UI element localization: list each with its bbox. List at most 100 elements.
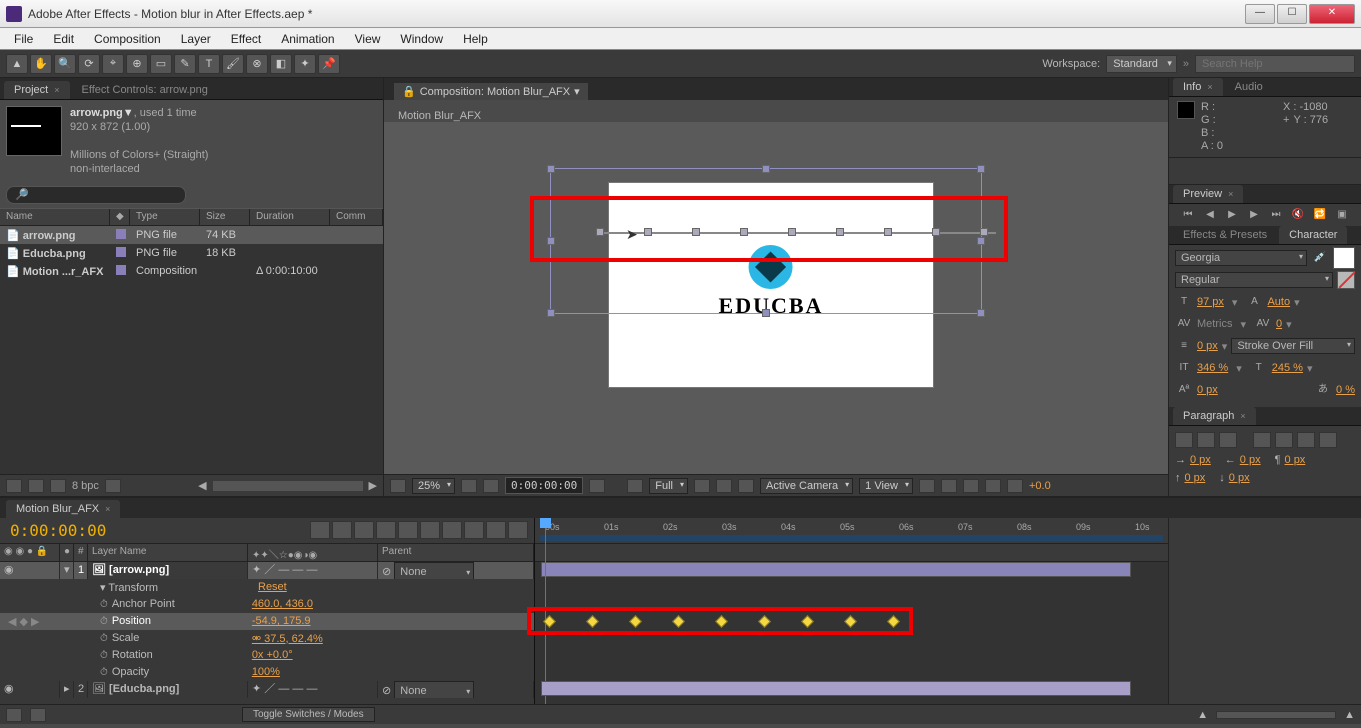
maximize-button[interactable]: ☐ — [1277, 4, 1307, 24]
selection-tool-icon[interactable]: ▲ — [6, 54, 28, 74]
close-button[interactable]: ✕ — [1309, 4, 1355, 24]
menu-composition[interactable]: Composition — [84, 29, 171, 49]
tl-btn-1[interactable] — [310, 521, 330, 539]
tab-audio[interactable]: Audio — [1225, 78, 1273, 96]
bpc-indicator[interactable]: 8 bpc — [72, 480, 99, 492]
menu-help[interactable]: Help — [453, 29, 498, 49]
exposure-value[interactable]: +0.0 — [1029, 480, 1051, 492]
prev-frame-icon[interactable]: ◀ — [1202, 208, 1218, 222]
new-folder-icon[interactable] — [28, 479, 44, 493]
playhead[interactable] — [545, 518, 546, 705]
camera-dropdown[interactable]: Active Camera — [760, 478, 853, 494]
channel-icon[interactable] — [627, 479, 643, 493]
search-help-input[interactable] — [1195, 55, 1355, 73]
resolution-icon[interactable] — [461, 479, 477, 493]
flowchart-icon[interactable] — [985, 479, 1001, 493]
tl-btn-10[interactable] — [508, 521, 528, 539]
tl-btn-8[interactable] — [464, 521, 484, 539]
tl-btn-5[interactable] — [398, 521, 418, 539]
quality-dropdown[interactable]: Full — [649, 478, 688, 494]
menu-layer[interactable]: Layer — [171, 29, 221, 49]
project-row[interactable]: 📄 Educba.pngPNG file18 KB — [0, 244, 383, 262]
grid-icon[interactable] — [483, 479, 499, 493]
toggle-switches-button[interactable]: Toggle Switches / Modes — [242, 707, 375, 722]
justify-left-icon[interactable] — [1253, 432, 1271, 448]
timeline-timecode[interactable]: 0:00:00:00 — [0, 521, 116, 540]
tab-character[interactable]: Character — [1279, 226, 1347, 244]
col-label-icon[interactable]: ◆ — [110, 209, 130, 225]
interpret-footage-icon[interactable] — [6, 479, 22, 493]
tl-footer-icon1[interactable] — [6, 708, 22, 722]
align-right-icon[interactable] — [1219, 432, 1237, 448]
fast-preview-icon[interactable] — [941, 479, 957, 493]
opacity-row[interactable]: ⏱Opacity 100% — [0, 664, 534, 681]
menu-window[interactable]: Window — [390, 29, 453, 49]
snapshot-icon[interactable] — [589, 479, 605, 493]
eyedropper-icon[interactable]: 💉 — [1311, 250, 1329, 266]
stroke-color[interactable] — [1337, 271, 1355, 289]
new-comp-icon[interactable] — [50, 479, 66, 493]
project-row[interactable]: 📄 arrow.pngPNG file74 KB — [0, 226, 383, 244]
justify-center-icon[interactable] — [1275, 432, 1293, 448]
position-row[interactable]: ◀ ◆ ▶ ⏱Position -54.9, 175.9 — [0, 613, 534, 630]
col-comment[interactable]: Comm — [330, 209, 383, 225]
zoom-slider[interactable] — [1216, 711, 1336, 719]
comp-inner-tab[interactable]: Motion Blur_AFX — [398, 110, 481, 122]
tab-project[interactable]: Project× — [4, 81, 70, 99]
3d-icon[interactable] — [716, 479, 732, 493]
mute-icon[interactable]: 🔇 — [1290, 208, 1306, 222]
scroll-left-icon[interactable]: ◀ — [198, 479, 206, 492]
menu-view[interactable]: View — [345, 29, 391, 49]
tl-btn-9[interactable] — [486, 521, 506, 539]
scale-row[interactable]: ⏱Scale ⚮ 37.5, 62.4% — [0, 630, 534, 647]
scroll-right-icon[interactable]: ▶ — [369, 479, 377, 492]
tl-btn-7[interactable] — [442, 521, 462, 539]
align-left-icon[interactable] — [1175, 432, 1193, 448]
transparency-icon[interactable] — [738, 479, 754, 493]
shape-tool-icon[interactable]: ▭ — [150, 54, 172, 74]
layer-row-1[interactable]: ◉ ▾ 1 🖼 [arrow.png] ✦ ／ — — — ⊘ None — [0, 562, 534, 579]
region-icon[interactable] — [390, 479, 406, 493]
minimize-button[interactable]: — — [1245, 4, 1275, 24]
col-name[interactable]: Name — [0, 209, 110, 225]
timeline-icon[interactable] — [963, 479, 979, 493]
stroke-option-dropdown[interactable]: Stroke Over Fill — [1231, 338, 1355, 354]
eraser-tool-icon[interactable]: ◧ — [270, 54, 292, 74]
tab-effects-presets[interactable]: Effects & Presets — [1173, 226, 1277, 244]
tl-btn-6[interactable] — [420, 521, 440, 539]
kerning-value[interactable]: Metrics — [1197, 318, 1232, 330]
tracking-value[interactable]: 0 — [1276, 318, 1282, 330]
col-type[interactable]: Type — [130, 209, 200, 225]
pixel-aspect-icon[interactable] — [919, 479, 935, 493]
workspace-dropdown[interactable]: Standard — [1106, 55, 1177, 73]
anchor-row[interactable]: ⏱Anchor Point 460.0, 436.0 — [0, 596, 534, 613]
align-center-icon[interactable] — [1197, 432, 1215, 448]
menu-edit[interactable]: Edit — [43, 29, 84, 49]
justify-right-icon[interactable] — [1297, 432, 1315, 448]
hscale-value[interactable]: 245 % — [1272, 362, 1303, 374]
comp-dropdown[interactable]: 🔒 Composition: Motion Blur_AFX ▾ — [394, 83, 588, 100]
tab-effect-controls[interactable]: Effect Controls: arrow.png — [72, 81, 218, 99]
loop-icon[interactable]: 🔁 — [1312, 208, 1328, 222]
camera-tool-icon[interactable]: ⌖ — [102, 54, 124, 74]
leading-value[interactable]: Auto — [1267, 296, 1290, 308]
composition-viewer[interactable]: EDUCBA ➤ — [384, 122, 1168, 474]
font-size-value[interactable]: 97 px — [1197, 296, 1224, 308]
rotate-tool-icon[interactable]: ⟳ — [78, 54, 100, 74]
tsume-value[interactable]: 0 % — [1336, 384, 1355, 396]
first-frame-icon[interactable]: ⏮ — [1180, 208, 1196, 222]
col-size[interactable]: Size — [200, 209, 250, 225]
transform-row[interactable]: ▾ Transform Reset — [0, 579, 534, 596]
stroke-width-value[interactable]: 0 px — [1197, 340, 1218, 352]
panbehind-tool-icon[interactable]: ⊕ — [126, 54, 148, 74]
type-tool-icon[interactable]: T — [198, 54, 220, 74]
vscale-value[interactable]: 346 % — [1197, 362, 1228, 374]
last-frame-icon[interactable]: ⏭ — [1268, 208, 1284, 222]
reset-exposure-icon[interactable] — [1007, 479, 1023, 493]
tl-btn-4[interactable] — [376, 521, 396, 539]
layer-row-2[interactable]: ◉ ▸ 2 🖼 [Educba.png] ✦ ／ — — — ⊘ None — [0, 681, 534, 698]
rotation-row[interactable]: ⏱Rotation 0x +0.0° — [0, 647, 534, 664]
font-style-dropdown[interactable]: Regular — [1175, 272, 1333, 288]
ram-preview-icon[interactable]: ▣ — [1334, 208, 1350, 222]
project-row[interactable]: 📄 Motion ...r_AFXCompositionΔ 0:00:10:00 — [0, 262, 383, 280]
